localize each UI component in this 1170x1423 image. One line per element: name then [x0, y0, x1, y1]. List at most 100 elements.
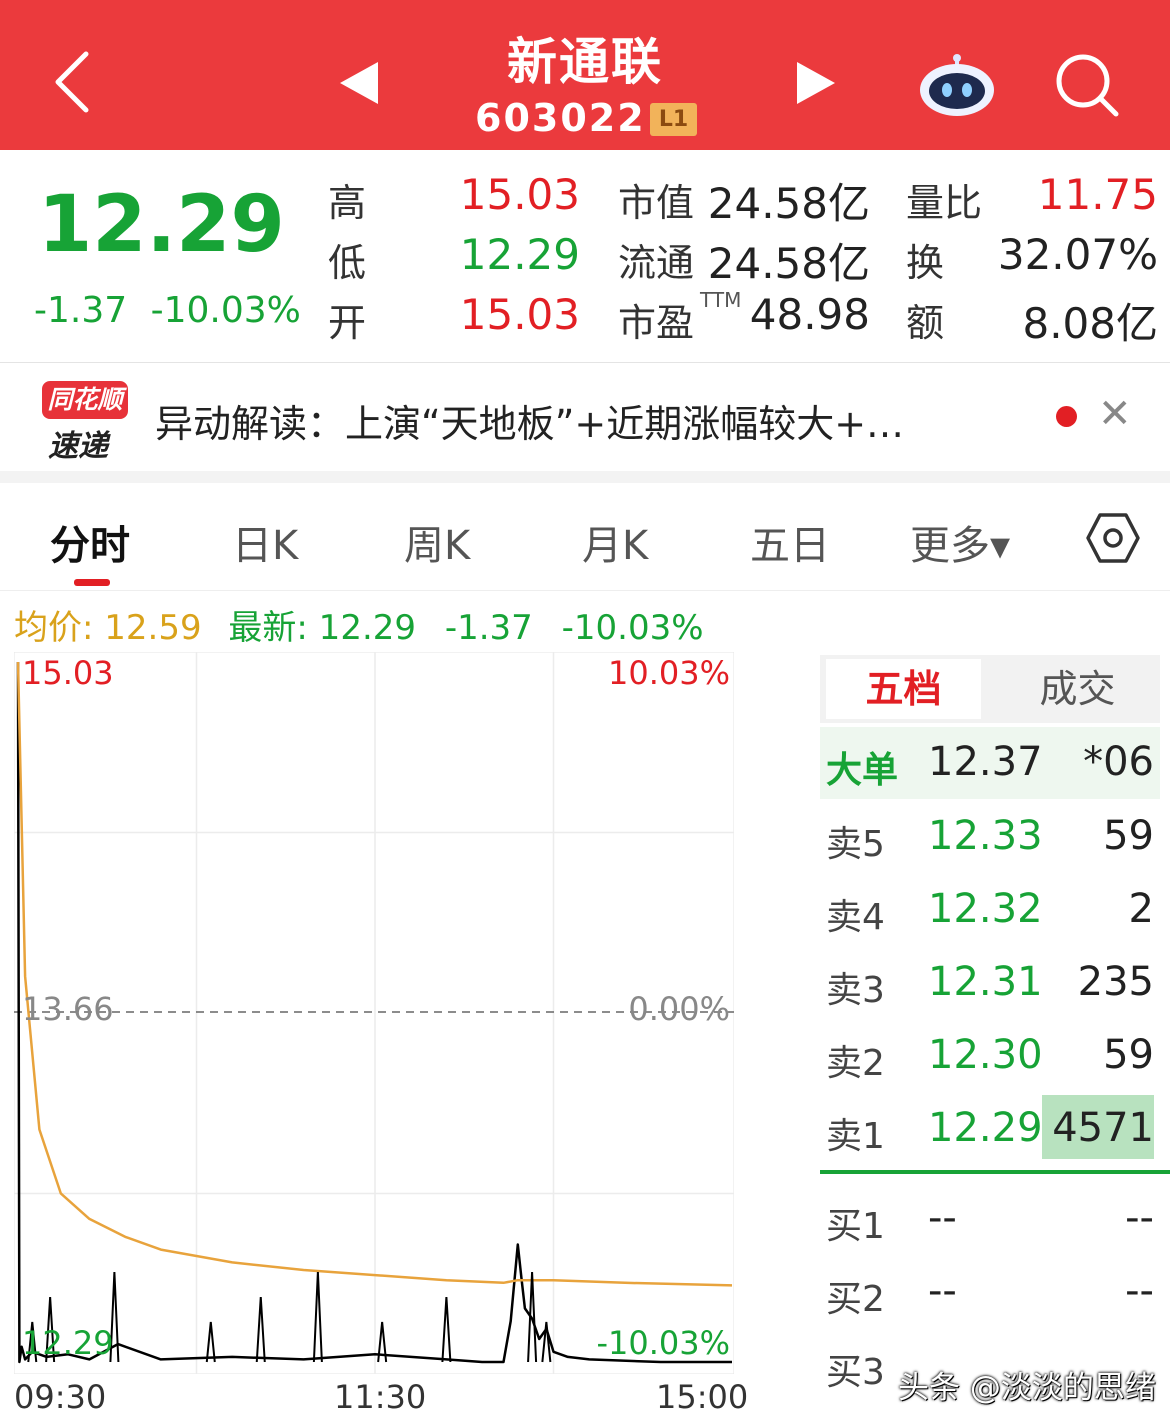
time-label-mid: 11:30	[334, 1378, 427, 1416]
bid-price: --	[928, 1195, 957, 1241]
avg-price: 均价: 12.59	[14, 608, 202, 648]
bid-label: 买1	[826, 1206, 885, 1247]
change-amount: -1.37	[34, 290, 128, 331]
latest-change-pct: -10.03%	[561, 608, 704, 648]
latest-price: 最新: 12.29	[228, 608, 417, 648]
float-label: 流通	[618, 241, 695, 285]
stock-code: 603022	[475, 96, 646, 140]
pe-value: 48.98	[749, 290, 870, 339]
ask-row: 卖1 12.29 4571	[820, 1093, 1160, 1165]
tab-more[interactable]: 更多▾	[910, 513, 1010, 571]
pe-label: 市盈	[618, 301, 695, 345]
order-book-tabs: 五档 成交	[820, 655, 1160, 723]
tab-intraday[interactable]: 分时	[50, 513, 130, 571]
close-icon[interactable]: ✕	[1098, 391, 1132, 437]
ask-vol: 59	[1103, 1032, 1154, 1078]
chart-info-line: 均价: 12.59 最新: 12.29 -1.37 -10.03%	[14, 600, 704, 649]
pct-mid-label: 0.00%	[628, 990, 730, 1028]
ask-price: 12.31	[928, 959, 1043, 1005]
ask-vol: 235	[1077, 959, 1154, 1005]
big-order-vol: *06	[1083, 739, 1154, 785]
bid-label: 买2	[826, 1279, 885, 1320]
ask-vol: 59	[1103, 813, 1154, 859]
pct-bottom-label: -10.03%	[596, 1324, 730, 1362]
settings-hexagon-icon[interactable]	[1086, 511, 1140, 565]
ask-price: 12.29	[928, 1105, 1043, 1151]
bid-vol: --	[1125, 1268, 1154, 1314]
unread-dot-icon	[1056, 406, 1077, 427]
latest-change: -1.37	[444, 608, 533, 648]
ask-row: 卖4 12.32 2	[820, 874, 1160, 946]
low-label: 低	[328, 241, 367, 285]
tab-monthly-k[interactable]: 月K	[582, 513, 648, 571]
ask-label: 卖4	[826, 897, 885, 938]
ask-label: 卖5	[826, 824, 885, 865]
high-label: 高	[328, 181, 367, 225]
ask-row: 卖2 12.30 59	[820, 1020, 1160, 1092]
big-order-row: 大单 12.37 *06	[820, 727, 1160, 799]
turnover-label: 换	[906, 241, 945, 285]
level-badge: L1	[650, 103, 697, 136]
ask-price: 12.33	[928, 813, 1043, 859]
stock-detail-page: 新通联 603022 L1 12.29 -1.37 -10.03% 高 低 开 …	[0, 0, 1170, 1423]
chart-period-tabs: 分时 日K 周K 月K 五日 更多▾	[0, 483, 1170, 591]
big-order-price: 12.37	[928, 739, 1043, 785]
ai-assistant-robot-icon[interactable]	[918, 52, 996, 118]
ask-row: 卖3 12.31 235	[820, 947, 1160, 1019]
time-label-close: 15:00	[656, 1378, 749, 1416]
ask-label: 卖3	[826, 970, 885, 1011]
ask-vol: 2	[1128, 886, 1154, 932]
y-mid-label: 13.66	[22, 990, 114, 1028]
bid-price: --	[928, 1268, 957, 1314]
intraday-chart-svg	[14, 652, 734, 1374]
chart-frame	[14, 652, 734, 1374]
ask-label: 卖2	[826, 1043, 885, 1084]
change-percent: -10.03%	[150, 290, 301, 331]
time-label-open: 09:30	[14, 1378, 107, 1416]
tonghuashun-express-logo: 同花顺 速递	[38, 377, 130, 464]
ask-price: 12.32	[928, 886, 1043, 932]
high-value: 15.03	[459, 170, 580, 219]
low-value: 12.29	[459, 230, 580, 279]
active-tab-indicator	[74, 579, 110, 586]
turnover-value: 32.07%	[997, 230, 1158, 279]
intraday-chart[interactable]: 15.03 13.66 12.29 10.03% 0.00% -10.03%	[14, 652, 734, 1374]
amount-label: 额	[906, 301, 945, 345]
quote-panel: 12.29 -1.37 -10.03% 高 低 开 15.03 12.29 15…	[0, 150, 1170, 362]
y-bottom-label: 12.29	[22, 1324, 114, 1362]
next-stock-icon[interactable]	[795, 62, 835, 104]
mktcap-label: 市值	[618, 181, 695, 225]
tab-five-levels[interactable]: 五档	[826, 659, 981, 719]
open-value: 15.03	[459, 290, 580, 339]
tab-weekly-k[interactable]: 周K	[404, 513, 470, 571]
logo-top-text: 同花顺	[42, 381, 128, 419]
amount-value: 8.08亿	[1022, 299, 1158, 348]
last-price: 12.29	[38, 180, 285, 270]
order-book: 五档 成交 大单 12.37 *06 卖5 12.33 59 卖4 12.32 …	[820, 655, 1170, 1423]
bid-vol: --	[1125, 1195, 1154, 1241]
mktcap-value: 24.58亿	[707, 179, 870, 228]
float-value: 24.58亿	[707, 239, 870, 288]
bid-row: 买1 -- --	[820, 1183, 1160, 1255]
watermark: 头条 @淡淡的思绪	[898, 1370, 1156, 1406]
tab-trades[interactable]: 成交	[1000, 659, 1155, 719]
ask-row: 卖5 12.33 59	[820, 801, 1160, 873]
app-header: 新通联 603022 L1	[0, 0, 1170, 150]
tab-five-day[interactable]: 五日	[750, 513, 830, 571]
price-change: -1.37 -10.03%	[34, 290, 301, 331]
volratio-label: 量比	[906, 181, 983, 225]
ask-vol: 4571	[1052, 1105, 1154, 1151]
volratio-value: 11.75	[1037, 170, 1158, 219]
search-icon[interactable]	[1052, 50, 1122, 120]
bid-label: 买3	[826, 1352, 885, 1393]
bid-row: 买2 -- --	[820, 1256, 1160, 1328]
news-strip[interactable]: 同花顺 速递 异动解读：上演“天地板”+近期涨幅较大+… ✕	[0, 363, 1170, 471]
tab-daily-k[interactable]: 日K	[232, 513, 298, 571]
logo-bottom-text: 速递	[48, 429, 108, 464]
ask-label: 卖1	[826, 1116, 885, 1157]
news-headline[interactable]: 异动解读：上演“天地板”+近期涨幅较大+…	[155, 393, 904, 448]
ask-price: 12.30	[928, 1032, 1043, 1078]
section-gap	[0, 471, 1170, 483]
y-top-label: 15.03	[22, 654, 114, 692]
bid-ask-separator	[820, 1170, 1170, 1174]
